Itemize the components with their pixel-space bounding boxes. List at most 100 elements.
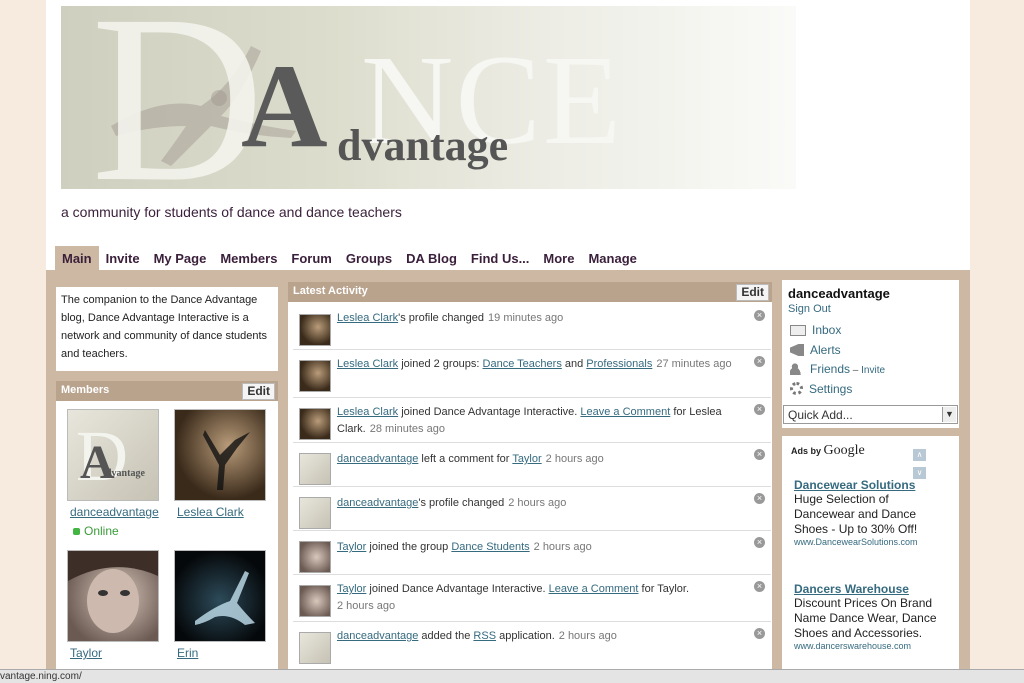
activity-link[interactable]: danceadvantage <box>337 497 418 509</box>
member-photo-erin[interactable] <box>174 550 266 642</box>
group-link-professionals[interactable]: Professionals <box>586 358 652 370</box>
members-title: Members <box>61 384 110 396</box>
activity-link[interactable]: Leslea Clark <box>337 312 398 324</box>
activity-item: Leslea Clark's profile changed 19 minutes… <box>293 304 771 350</box>
friends-icon <box>790 363 804 375</box>
svg-text:A: A <box>80 436 115 489</box>
megaphone-icon <box>790 344 804 356</box>
leave-comment-link[interactable]: Leave a Comment <box>580 406 670 418</box>
leave-comment-link[interactable]: Leave a Comment <box>549 583 639 595</box>
activity-link[interactable]: Leslea Clark <box>337 358 398 370</box>
activity-link-taylor[interactable]: Taylor <box>512 453 541 465</box>
group-link-dance-teachers[interactable]: Dance Teachers <box>483 358 562 370</box>
ads-by-label: Ads by <box>791 446 822 456</box>
sign-out-link[interactable]: Sign Out <box>788 303 831 315</box>
activity-message: for Taylor. <box>638 583 690 595</box>
member-name-erin[interactable]: Erin <box>177 646 198 660</box>
activity-text: danceadvantage's profile changed 2 hours … <box>337 495 745 512</box>
settings-label: Settings <box>809 382 853 396</box>
members-header: Members Edit <box>56 381 278 401</box>
nav-manage[interactable]: Manage <box>581 246 643 272</box>
inbox-link[interactable]: Inbox <box>790 323 841 337</box>
member-name-taylor[interactable]: Taylor <box>70 646 102 660</box>
activity-message: left a comment for <box>418 453 513 465</box>
remove-activity-icon[interactable]: × <box>754 310 765 321</box>
nav-find-us[interactable]: Find Us... <box>464 246 537 272</box>
member-photo-danceadvantage[interactable]: D A dvantage <box>67 409 159 501</box>
avatar-leslea-clark[interactable] <box>299 314 331 346</box>
ad-item[interactable]: Dancewear Solutions Huge Selection of Da… <box>794 478 949 547</box>
member-name-leslea-clark[interactable]: Leslea Clark <box>177 505 244 519</box>
activity-edit-button[interactable]: Edit <box>736 284 769 301</box>
activity-text: Leslea Clark's profile changed 19 minutes… <box>337 310 745 327</box>
settings-link[interactable]: Settings <box>790 382 852 396</box>
nav-main[interactable]: Main <box>55 246 99 272</box>
nav-more[interactable]: More <box>536 246 581 272</box>
avatar-danceadvantage[interactable] <box>299 453 331 485</box>
ad-url[interactable]: www.DancewearSolutions.com <box>794 537 949 547</box>
members-edit-button[interactable]: Edit <box>242 383 275 400</box>
activity-text: Leslea Clark joined Dance Advantage Inte… <box>337 404 745 438</box>
remove-activity-icon[interactable]: × <box>754 404 765 415</box>
remove-activity-icon[interactable]: × <box>754 537 765 548</box>
remove-activity-icon[interactable]: × <box>754 581 765 592</box>
avatar-danceadvantage[interactable] <box>299 632 331 664</box>
remove-activity-icon[interactable]: × <box>754 449 765 460</box>
activity-text: Taylor joined the group Dance Students 2 … <box>337 539 745 556</box>
member-photo-leslea-clark[interactable] <box>174 409 266 501</box>
activity-time: 2 hours ago <box>337 600 396 612</box>
activity-item: Leslea Clark joined 2 groups: Dance Teac… <box>293 350 771 398</box>
member-name-danceadvantage[interactable]: danceadvantage <box>70 505 162 519</box>
ad-title[interactable]: Dancers Warehouse <box>794 582 949 596</box>
activity-time: 2 hours ago <box>558 630 617 642</box>
activity-item: Taylor joined Dance Advantage Interactiv… <box>293 575 771 622</box>
activity-message: joined 2 groups: <box>398 358 483 370</box>
logo-letter-a: A <box>241 39 328 172</box>
activity-link[interactable]: Taylor <box>337 541 366 553</box>
rss-link[interactable]: RSS <box>473 630 496 642</box>
remove-activity-icon[interactable]: × <box>754 356 765 367</box>
activity-message: and <box>561 358 587 370</box>
activity-link[interactable]: danceadvantage <box>337 453 418 465</box>
remove-activity-icon[interactable]: × <box>754 628 765 639</box>
nav-my-page[interactable]: My Page <box>147 246 214 272</box>
activity-message: application. <box>496 630 555 642</box>
activity-link[interactable]: danceadvantage <box>337 630 418 642</box>
ad-url[interactable]: www.dancerswarehouse.com <box>794 641 949 651</box>
activity-link[interactable]: Taylor <box>337 583 366 595</box>
ads-by-google[interactable]: Ads by Google <box>791 443 865 459</box>
site-banner-logo[interactable]: D NCE A dvantage <box>61 6 796 189</box>
ad-prev-icon[interactable]: ∧ <box>913 449 926 461</box>
quick-add-select[interactable]: Quick Add... ▼ <box>783 405 958 424</box>
activity-item: danceadvantage added the RSS application… <box>293 622 771 668</box>
remove-activity-icon[interactable]: × <box>754 493 765 504</box>
avatar-danceadvantage[interactable] <box>299 497 331 529</box>
avatar-taylor[interactable] <box>299 541 331 573</box>
activity-text: danceadvantage added the RSS application… <box>337 628 745 645</box>
activity-text: Taylor joined Dance Advantage Interactiv… <box>337 581 745 615</box>
nav-da-blog[interactable]: DA Blog <box>399 246 464 272</box>
activity-link[interactable]: Leslea Clark <box>337 406 398 418</box>
ad-title[interactable]: Dancewear Solutions <box>794 478 949 492</box>
activity-text: danceadvantage left a comment for Taylor… <box>337 451 745 468</box>
ad-body: Huge Selection of Dancewear and Dance Sh… <box>794 492 918 536</box>
svg-text:dvantage: dvantage <box>106 468 145 479</box>
nav-forum[interactable]: Forum <box>284 246 338 272</box>
nav-groups[interactable]: Groups <box>339 246 399 272</box>
alerts-link[interactable]: Alerts <box>790 343 841 357</box>
avatar-leslea-clark[interactable] <box>299 408 331 440</box>
activity-time: 2 hours ago <box>508 497 567 509</box>
group-link-dance-students[interactable]: Dance Students <box>451 541 529 553</box>
ad-item[interactable]: Dancers Warehouse Discount Prices On Bra… <box>794 582 949 651</box>
nav-invite[interactable]: Invite <box>99 246 147 272</box>
latest-activity-title: Latest Activity <box>293 285 368 297</box>
member-photo-taylor[interactable] <box>67 550 159 642</box>
friends-link[interactable]: Friends – Invite <box>790 362 885 376</box>
avatar-taylor[interactable] <box>299 585 331 617</box>
nav-members[interactable]: Members <box>213 246 284 272</box>
activity-time: 19 minutes ago <box>488 312 564 324</box>
ad-nav-arrows-icon[interactable]: ∧ ∨ <box>913 444 943 479</box>
invite-link[interactable]: Invite <box>861 365 885 376</box>
status-url: vantage.ning.com/ <box>0 671 82 682</box>
avatar-leslea-clark[interactable] <box>299 360 331 392</box>
